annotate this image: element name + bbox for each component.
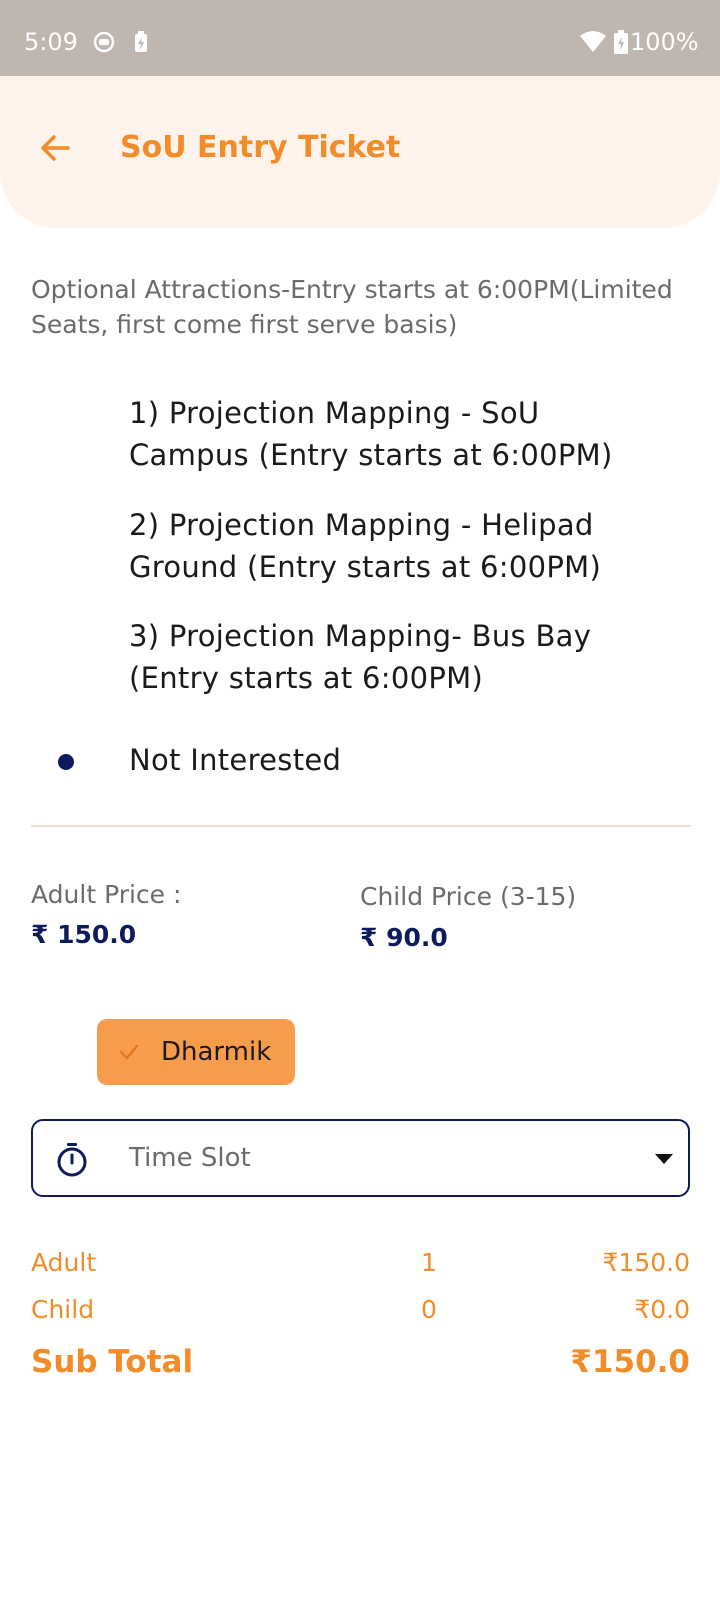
chevron-down-icon [655, 1154, 673, 1164]
subtotal-amount: ₹150.0 [570, 1344, 690, 1380]
back-arrow-icon[interactable] [34, 126, 78, 170]
attraction-option-1[interactable]: 1) Projection Mapping - SoU Campus (Entr… [129, 392, 649, 476]
divider [31, 825, 691, 827]
status-bar: 5:09 100% [0, 0, 720, 76]
summary-adult-amount: ₹150.0 [602, 1248, 690, 1277]
attraction-option-3[interactable]: 3) Projection Mapping- Bus Bay (Entry st… [129, 615, 649, 699]
time-slot-placeholder: Time Slot [129, 1143, 251, 1173]
summary-adult-qty: 1 [421, 1248, 437, 1277]
child-price-label: Child Price (3-15) [360, 882, 577, 911]
not-interested-option[interactable]: Not Interested [129, 743, 341, 777]
summary-child-qty: 0 [421, 1295, 437, 1324]
timer-icon [57, 1143, 87, 1177]
wifi-icon [580, 31, 606, 52]
summary-row-adult: Adult 1 ₹150.0 [31, 1248, 690, 1284]
check-icon [119, 1044, 139, 1060]
summary-adult-label: Adult [31, 1248, 97, 1277]
visitor-chip[interactable]: Dharmik [97, 1019, 295, 1085]
child-price-value: ₹ 90.0 [360, 923, 448, 952]
attraction-option-2[interactable]: 2) Projection Mapping - Helipad Ground (… [129, 504, 649, 588]
summary-child-amount: ₹0.0 [634, 1295, 690, 1324]
page-title: SoU Entry Ticket [120, 130, 401, 165]
notification-icon [93, 31, 115, 53]
time-slot-dropdown[interactable]: Time Slot [31, 1119, 690, 1197]
optional-attractions-intro: Optional Attractions-Entry starts at 6:0… [31, 275, 673, 339]
app-header: SoU Entry Ticket [0, 76, 720, 228]
battery-charging-small-icon [135, 31, 147, 52]
visitor-chip-label: Dharmik [161, 1037, 272, 1067]
adult-price-value: ₹ 150.0 [31, 920, 137, 949]
summary-child-label: Child [31, 1295, 95, 1324]
battery-icon [614, 30, 628, 54]
battery-percentage: 100% [630, 28, 699, 56]
not-interested-radio[interactable] [58, 754, 74, 770]
summary-row-subtotal: Sub Total ₹150.0 [31, 1344, 690, 1388]
adult-price-label: Adult Price : [31, 880, 182, 909]
status-time: 5:09 [24, 28, 78, 56]
subtotal-label: Sub Total [31, 1344, 194, 1380]
summary-row-child: Child 0 ₹0.0 [31, 1295, 690, 1331]
